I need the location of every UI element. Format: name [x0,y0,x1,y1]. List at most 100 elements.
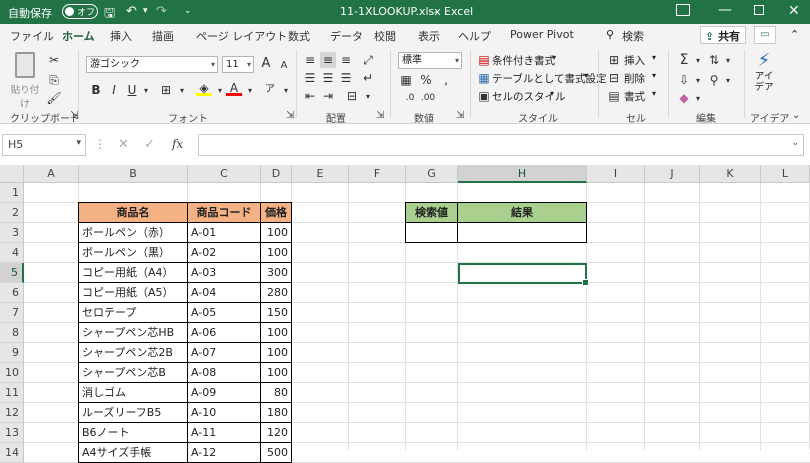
tab-view[interactable]: 表示 [418,28,440,44]
font-color-dropdown-icon[interactable]: ▾ [242,83,258,99]
restore-icon[interactable] [754,5,764,15]
align-top-icon[interactable]: ≡ [302,52,318,68]
name-box[interactable]: H5 ▾ [2,134,86,156]
conditional-format-dropdown-icon[interactable]: ▾ [552,53,556,62]
row-header-13[interactable]: 13 [0,423,24,443]
undo-dropdown-icon[interactable]: ▾ [143,6,148,16]
header-product-name[interactable]: 商品名 [78,202,188,223]
row-header-7[interactable]: 7 [0,303,24,323]
format-as-table-button[interactable]: テーブルとして書式設定 [492,71,607,86]
paste-button[interactable]: 貼り付け [8,50,42,110]
conditional-format-button[interactable]: 条件付き書式 [492,53,555,68]
phonetic-icon[interactable]: ア [262,82,278,98]
cell-product-name[interactable]: セロテープ [78,302,188,323]
tab-draw[interactable]: 描画 [152,28,174,44]
delete-cells-dropdown-icon[interactable]: ▾ [652,71,656,80]
ideas-button[interactable]: ⚡ アイデア [752,50,776,93]
clear-dropdown-icon[interactable]: ▾ [690,91,706,107]
cell-product-name[interactable]: シャープペン芯HB [78,322,188,343]
decrease-decimal-icon[interactable]: .00 [420,90,436,106]
undo-icon[interactable]: ↶ [126,4,137,19]
cell-product-name[interactable]: 消しゴム [78,382,188,403]
cell-styles-button[interactable]: セルのスタイル [492,89,566,104]
font-launcher-icon[interactable]: ⇲ [286,110,294,121]
copy-icon[interactable]: ⎘ [46,72,62,88]
column-header-h[interactable]: H [458,165,587,183]
cell-price[interactable]: 100 [260,342,292,363]
cell-price[interactable]: 120 [260,422,292,443]
row-header-9[interactable]: 9 [0,343,24,363]
tab-data[interactable]: データ [330,28,363,44]
tab-page-layout[interactable]: ページ レイアウト [196,28,287,44]
tab-home[interactable]: ホーム [60,28,97,48]
tab-search[interactable]: 検索 [622,28,644,44]
cell-product-name[interactable]: B6ノート [78,422,188,443]
phonetic-dropdown-icon[interactable]: ▾ [278,83,294,99]
delete-cells-button[interactable]: 削除 [624,71,645,86]
row-header-3[interactable]: 3 [0,223,24,243]
align-center-icon[interactable]: ☰ [320,70,336,86]
column-header-l[interactable]: L [761,165,810,183]
close-icon[interactable]: ✕ [788,3,800,19]
cut-icon[interactable]: ✂ [46,52,62,68]
cancel-entry-icon[interactable]: ✕ [118,137,129,152]
format-painter-icon[interactable]: 🖌 [46,90,62,106]
cell-product-code[interactable]: A-02 [187,242,261,263]
cell-product-name[interactable]: ボールペン（赤） [78,222,188,243]
row-header-1[interactable]: 1 [0,183,24,203]
format-as-table-icon[interactable]: ▦ [476,70,492,86]
tab-file[interactable]: ファイル [10,28,54,44]
borders-dropdown-icon[interactable]: ▾ [174,83,190,99]
search-value-input[interactable] [405,222,458,243]
ribbon-collapse-icon[interactable]: ⌃ [790,28,799,41]
ribbon-options-icon[interactable]: ⌄ [792,110,800,121]
column-header-c[interactable]: C [188,165,261,183]
column-header-i[interactable]: I [587,165,645,183]
cell-product-name[interactable]: コピー用紙（A4） [78,262,188,283]
tab-insert[interactable]: 挿入 [110,28,132,44]
cell-product-code[interactable]: A-12 [187,442,261,463]
column-header-e[interactable]: E [292,165,349,183]
increase-decimal-icon[interactable]: .0 [402,90,418,106]
result-header[interactable]: 結果 [457,202,587,223]
align-left-icon[interactable]: ☰ [302,70,318,86]
cell-product-code[interactable]: A-07 [187,342,261,363]
decrease-indent-icon[interactable]: ⇤ [302,88,318,104]
orientation-icon[interactable]: ⤢ [360,52,376,68]
cell-product-code[interactable]: A-05 [187,302,261,323]
share-button[interactable]: ⇪ 共有 [700,26,746,44]
column-header-g[interactable]: G [406,165,458,183]
row-header-12[interactable]: 12 [0,403,24,423]
sort-filter-dropdown-icon[interactable]: ▾ [720,53,736,69]
font-name-combo[interactable]: 游ゴシック ▾ [86,56,218,73]
column-header-d[interactable]: D [261,165,292,183]
autosave-toggle[interactable]: オフ [62,4,98,19]
redo-icon[interactable]: ↷ [156,4,167,19]
currency-icon[interactable]: ▦ [398,72,414,88]
row-header-4[interactable]: 4 [0,243,24,263]
select-all-corner[interactable] [0,165,24,183]
column-header-b[interactable]: B [79,165,188,183]
row-header-6[interactable]: 6 [0,283,24,303]
number-launcher-icon[interactable]: ⇲ [456,110,464,121]
cell-product-code[interactable]: A-10 [187,402,261,423]
row-header-14[interactable]: 14 [0,443,24,463]
format-cells-dropdown-icon[interactable]: ▾ [652,89,656,98]
cell-product-name[interactable]: ルーズリーフB5 [78,402,188,423]
cell-product-code[interactable]: A-06 [187,322,261,343]
column-header-f[interactable]: F [349,165,406,183]
cell-price[interactable]: 180 [260,402,292,423]
row-header-5[interactable]: 5 [0,263,24,283]
tab-help[interactable]: ヘルプ [458,28,491,44]
name-box-dropdown-icon[interactable]: ▾ [76,138,81,148]
italic-button[interactable]: I [106,82,122,98]
find-select-dropdown-icon[interactable]: ▾ [720,73,736,89]
shrink-font-button[interactable]: A [276,58,292,74]
row-header-11[interactable]: 11 [0,383,24,403]
cell-product-code[interactable]: A-08 [187,362,261,383]
wrap-text-icon[interactable]: ↵ [360,70,376,86]
cell-product-name[interactable]: シャープペン芯B [78,362,188,383]
result-cell[interactable] [457,222,587,243]
cell-price[interactable]: 500 [260,442,292,463]
autosum-dropdown-icon[interactable]: ▾ [690,53,706,69]
